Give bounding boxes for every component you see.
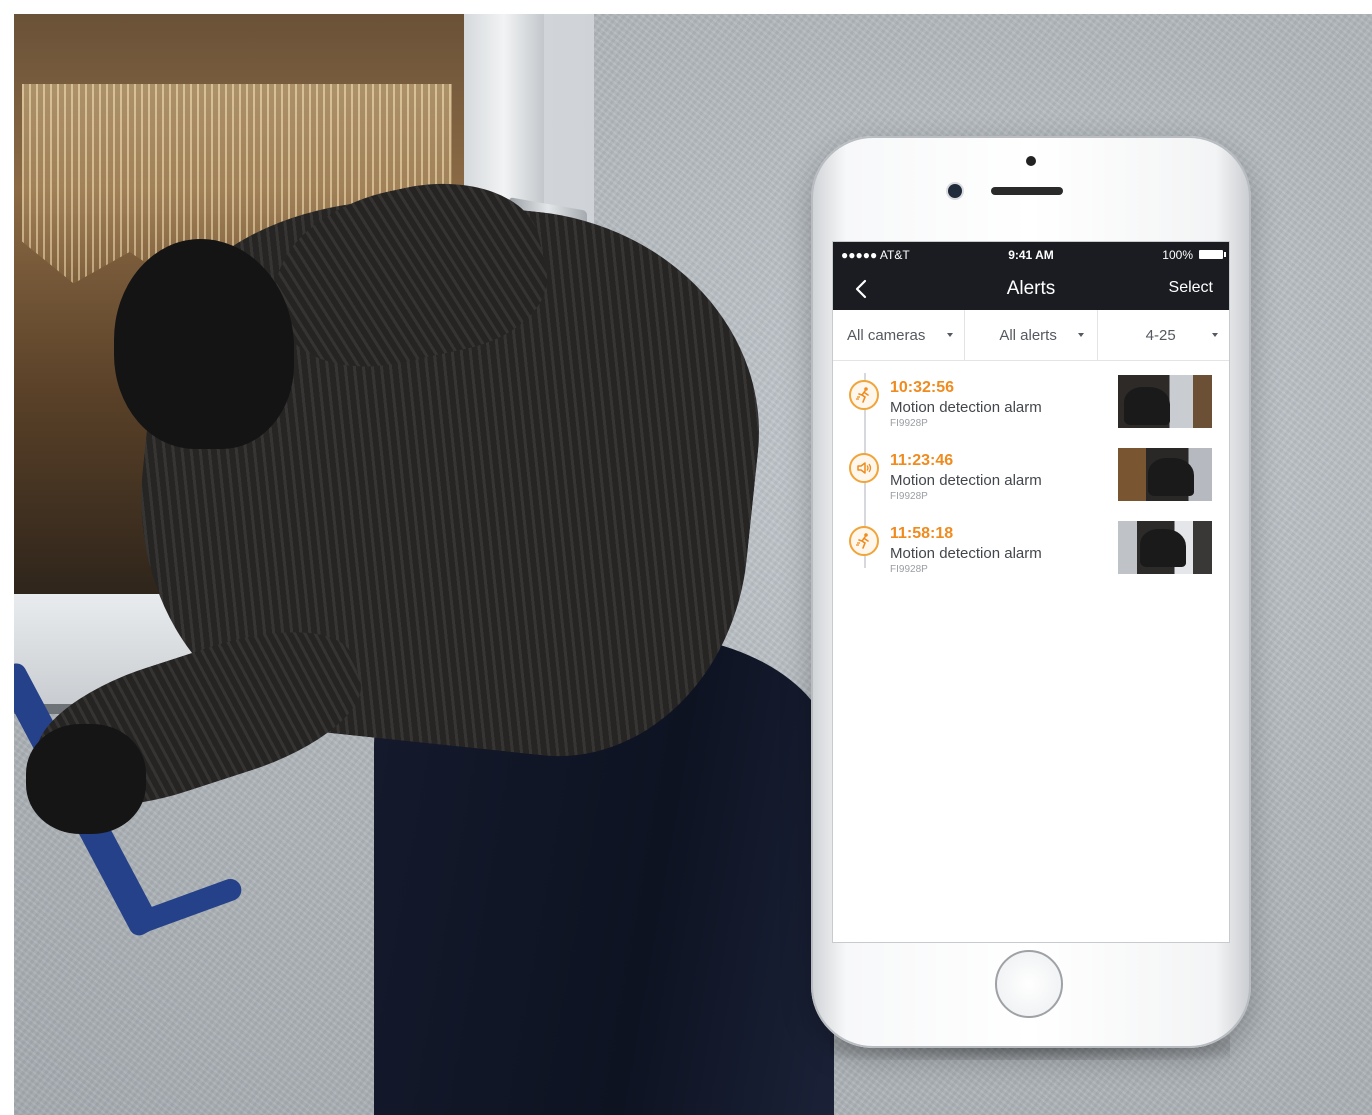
alert-time: 10:32:56 (890, 379, 955, 396)
nav-bar: Alerts Select (833, 268, 1229, 310)
burglar-hood (114, 239, 294, 449)
alert-list: 10:32:56 Motion detection alarm FI9928P … (833, 361, 1229, 586)
alert-time: 11:23:46 (890, 452, 954, 469)
status-bar: ●●●●● AT&T 9:41 AM 100% (833, 242, 1229, 268)
smartphone: ●●●●● AT&T 9:41 AM 100% Alerts Select Al… (811, 136, 1251, 1048)
select-button[interactable]: Select (1169, 279, 1213, 297)
thumbnail-figure (1140, 529, 1186, 567)
date-filter-label: 4-25 (1145, 327, 1176, 344)
alert-type-filter-label: All alerts (999, 327, 1057, 344)
proximity-sensor (1026, 156, 1036, 166)
alert-camera-id: FI9928P (890, 418, 928, 429)
battery-icon (1199, 250, 1226, 259)
camera-filter-dropdown[interactable]: All cameras (833, 310, 966, 360)
running-person-icon (849, 526, 879, 556)
camera-filter-label: All cameras (847, 327, 926, 344)
home-button[interactable] (995, 950, 1063, 1018)
alert-camera-id: FI9928P (890, 564, 928, 575)
alert-thumbnail[interactable] (1118, 448, 1212, 501)
alert-item[interactable]: 11:23:46 Motion detection alarm FI9928P (833, 440, 1229, 513)
thumbnail-figure (1148, 458, 1194, 496)
thumbnail-figure (1124, 387, 1170, 425)
caret-down-icon (947, 333, 953, 337)
burglar-glove (26, 724, 146, 834)
phone-screen: ●●●●● AT&T 9:41 AM 100% Alerts Select Al… (832, 241, 1230, 943)
alert-item[interactable]: 11:58:18 Motion detection alarm FI9928P (833, 513, 1229, 586)
date-filter-dropdown[interactable]: 4-25 (1098, 310, 1229, 360)
alert-type: Motion detection alarm (890, 472, 1042, 489)
earpiece-speaker (991, 187, 1063, 195)
filter-bar: All cameras All alerts 4-25 (833, 310, 1229, 361)
front-camera (948, 184, 962, 198)
alert-type-filter-dropdown[interactable]: All alerts (965, 310, 1098, 360)
alert-time: 11:58:18 (890, 525, 954, 542)
alert-thumbnail[interactable] (1118, 375, 1212, 428)
alert-item[interactable]: 10:32:56 Motion detection alarm FI9928P (833, 367, 1229, 440)
alert-type: Motion detection alarm (890, 399, 1042, 416)
caret-down-icon (1078, 333, 1085, 337)
alert-camera-id: FI9928P (890, 491, 928, 502)
alert-thumbnail[interactable] (1118, 521, 1212, 574)
running-person-icon (849, 380, 879, 410)
alert-type: Motion detection alarm (890, 545, 1042, 562)
battery-percent: 100% (1162, 248, 1193, 262)
speaker-icon (849, 453, 879, 483)
caret-down-icon (1211, 333, 1218, 337)
